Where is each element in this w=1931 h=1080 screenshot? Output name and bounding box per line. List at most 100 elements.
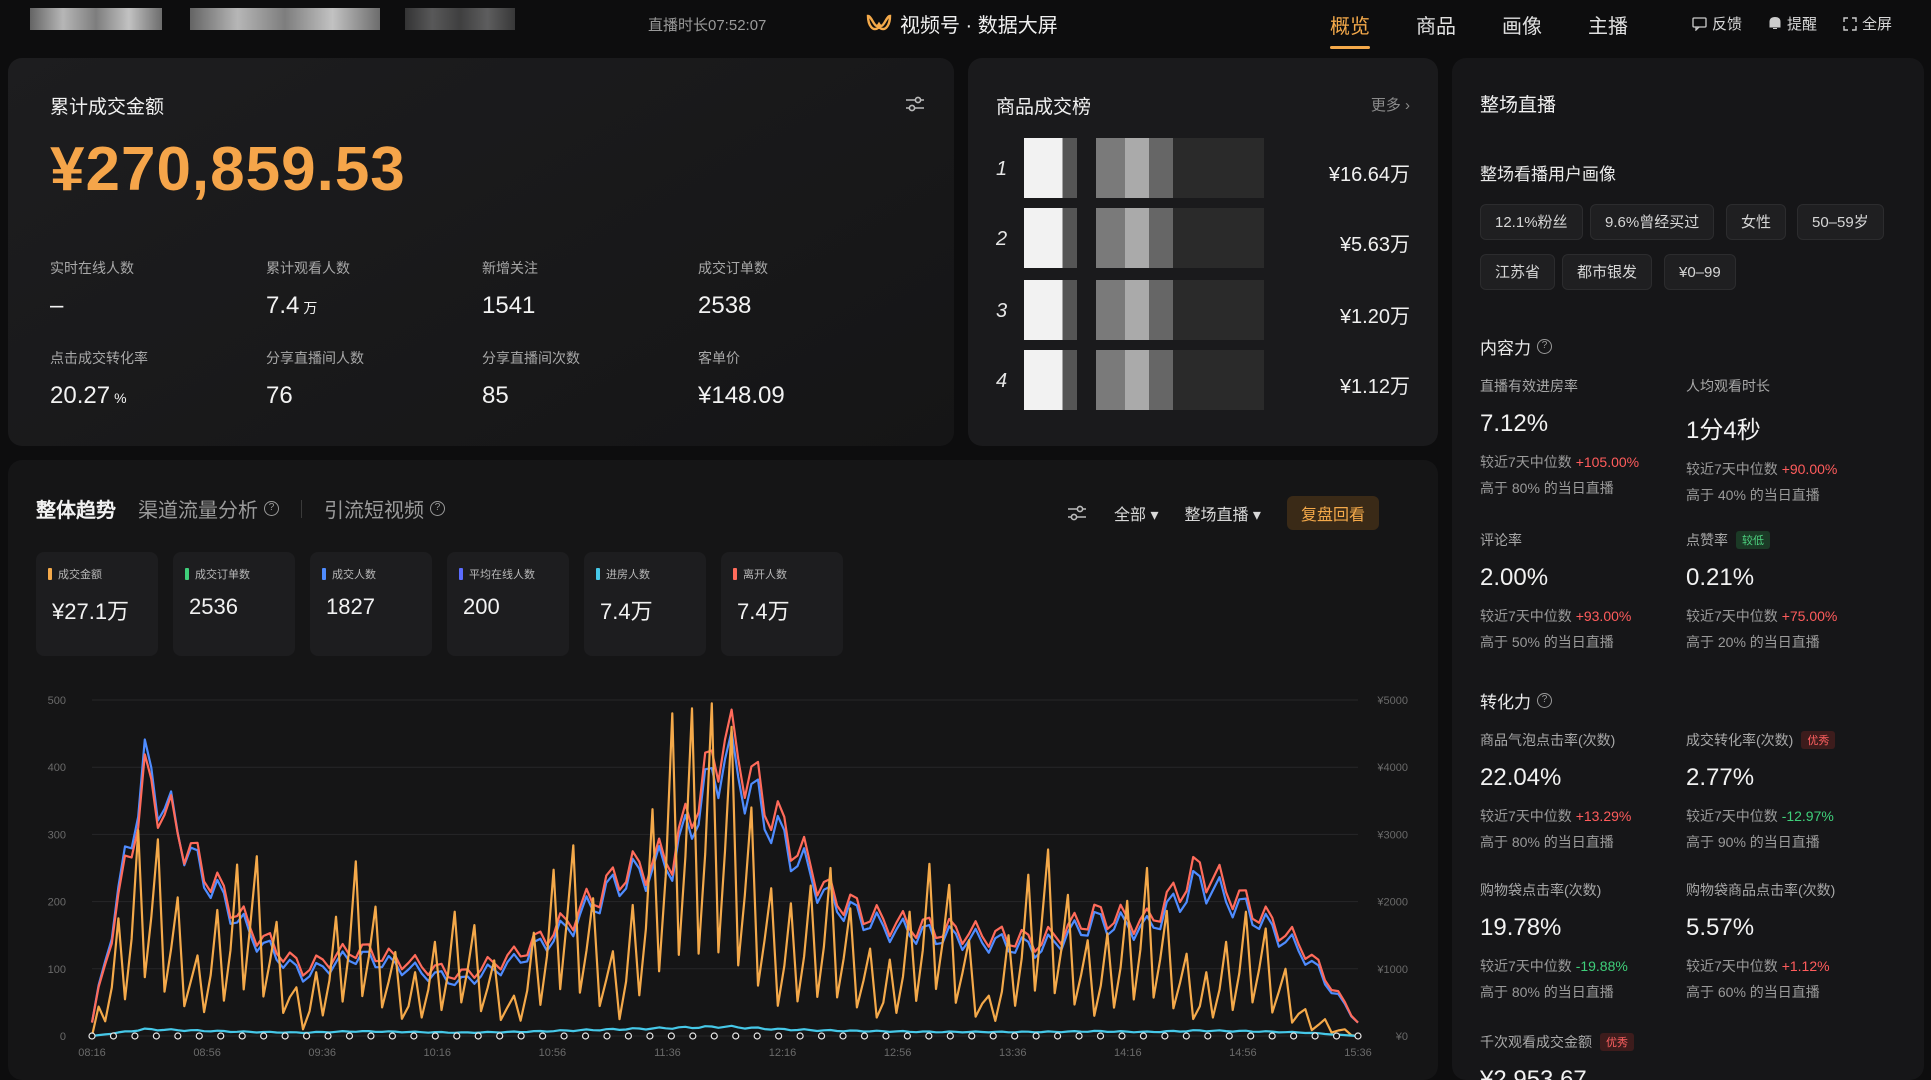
event-marker [324,1032,332,1040]
y-right-tick-label: ¥1000 [1376,964,1408,976]
series-color-marker [48,568,52,580]
metric-card[interactable]: 离开人数 7.4万 [721,552,843,656]
y-left-tick-label: 100 [48,964,66,976]
kpi-item: 千次观看成交金额 优秀 ¥2,953.67 [1480,1032,1690,1080]
event-marker [1118,1032,1126,1040]
live-duration: 直播时长07:52:07 [648,17,767,34]
kpi-item: 人均观看时长 1分4秒 较近7天中位数 +90.00% 高于 40% 的当日直播 [1686,378,1838,503]
portrait-chip: 9.6%曾经买过 [1590,204,1715,240]
x-tick-label: 09:36 [308,1047,336,1059]
sales-card: 累计成交金额 ¥270,859.53 实时在线人数 – 累计观看人数 7.4 万 新增… [8,58,954,446]
kpi-item: 成交转化率(次数) 优秀 2.77% 较近7天中位数 -12.97% 高于 90% 的当… [1686,731,1836,850]
more-link[interactable]: 更多 › [1371,94,1410,115]
y-right-tick-label: ¥4000 [1376,762,1408,774]
x-tick-label: 13:36 [999,1047,1027,1059]
event-marker [174,1032,182,1040]
review-button[interactable]: 复盘回看 [1286,496,1379,530]
metric-share-count: 分享直播间次数 85 [482,350,580,409]
y-right-tick-label: ¥5000 [1376,695,1408,707]
y-right-tick-label: ¥2000 [1376,897,1408,909]
event-marker [646,1032,654,1040]
event-marker [946,1032,954,1040]
event-marker [431,1032,439,1040]
blurred-product-image [1024,280,1264,340]
metric-share-users: 分享直播间人数 76 [266,350,364,409]
portrait-title: 整场看播用户画像 [1480,165,1616,184]
tab-overall-trend[interactable]: 整体趋势 [36,494,116,523]
tab-short-video[interactable]: 引流短视频? [324,494,445,523]
metric-card[interactable]: 成交金额 ¥27.1万 [36,552,158,656]
ranking-item[interactable]: 4 ¥1.12万 [996,350,1416,410]
feedback-button[interactable]: 反馈 [1692,13,1742,34]
x-tick-label: 08:16 [78,1047,106,1059]
y-right-tick-label: ¥0 [1395,1031,1408,1043]
y-left-tick-label: 200 [48,897,66,909]
sales-title: 累计成交金额 [50,97,165,118]
tab-portrait[interactable]: 画像 [1502,10,1542,49]
help-icon[interactable]: ? [1537,339,1552,354]
fullscreen-button[interactable]: 全屏 [1843,13,1892,34]
event-marker [517,1032,525,1040]
ranking-item[interactable]: 2 ¥5.63万 [996,208,1416,268]
kpi-item: 评论率 2.00% 较近7天中位数 +93.00% 高于 50% 的当日直播 [1480,532,1632,650]
blurred-product-image [1024,138,1264,198]
top-bar: 直播时长07:52:07 视频号 · 数据大屏 概览 商品 画像 主播 反馈 提… [0,0,1931,49]
ranking-item[interactable]: 1 ¥16.64万 [996,138,1416,198]
tab-overview[interactable]: 概览 [1330,10,1370,49]
filter-all-dropdown[interactable]: 全部 ▾ [1114,501,1158,525]
event-marker [903,1032,911,1040]
portrait-chip: 12.1%粉丝 [1480,204,1583,240]
kpi-item: 购物袋商品点击率(次数) 5.57% 较近7天中位数 +1.12% 高于 60% 的当… [1686,882,1836,1000]
metric-card[interactable]: 成交订单数 2536 [173,552,295,656]
event-marker [710,1032,718,1040]
event-marker [496,1032,504,1040]
event-marker [367,1032,375,1040]
event-marker [775,1032,783,1040]
x-tick-label: 14:16 [1114,1047,1142,1059]
y-left-tick-label: 500 [48,695,66,707]
bell-icon [1769,16,1781,29]
series-color-marker [733,568,737,580]
trend-tabs: 整体趋势 渠道流量分析? 引流短视频? [36,494,445,523]
main-nav: 概览 商品 画像 主播 [1330,10,1628,49]
event-marker [817,1032,826,1040]
x-tick-label: 10:16 [424,1047,452,1059]
event-marker [603,1032,611,1040]
ranking-item[interactable]: 3 ¥1.20万 [996,280,1416,340]
blurred-product-image [1024,350,1264,410]
fullscreen-icon [1843,16,1857,31]
event-marker [410,1032,418,1040]
excellent-badge: 优秀 [1801,731,1836,749]
x-tick-label: 12:16 [769,1047,797,1059]
metric-conversion: 点击成交转化率 20.27% [50,350,148,409]
tab-channel-traffic[interactable]: 渠道流量分析? [138,494,279,523]
reminder-button[interactable]: 提醒 [1768,13,1817,34]
filter-sliders-icon[interactable] [1066,503,1088,523]
kpi-item: 点赞率 较低 0.21% 较近7天中位数 +75.00% 高于 20% 的当日直播 [1686,531,1838,650]
brand: 视频号 · 数据大屏 [866,9,1058,38]
event-marker [860,1032,869,1040]
metric-card[interactable]: 成交人数 1827 [310,552,432,656]
low-badge: 较低 [1736,531,1770,549]
tab-host[interactable]: 主播 [1588,10,1628,49]
event-marker [753,1032,761,1040]
scope-dropdown[interactable]: 整场直播 ▾ [1184,501,1260,525]
blurred-account-name [190,8,380,30]
event-marker [152,1032,160,1040]
event-marker [989,1032,997,1040]
series-color-marker [322,568,326,580]
trend-chart[interactable]: 0 ¥0 100 ¥1000 200 ¥2000 300 ¥3000 400 ¥4000 500 ¥5… [8,670,1438,1070]
help-icon[interactable]: ? [1537,693,1552,708]
x-tick-label: 08:56 [193,1047,221,1059]
series-line [90,730,1359,1024]
dashboard: 直播时长07:52:07 视频号 · 数据大屏 概览 商品 画像 主播 反馈 提… [0,0,1931,1080]
event-marker [1268,1032,1276,1040]
settings-sliders-icon[interactable] [904,94,926,114]
tab-products[interactable]: 商品 [1416,10,1456,49]
series-color-marker [185,568,189,580]
metric-card[interactable]: 平均在线人数 200 [447,552,569,656]
y-left-tick-label: 300 [48,829,66,841]
metric-card[interactable]: 进房人数 7.4万 [584,552,706,656]
series-color-marker [459,568,463,580]
metric-online: 实时在线人数 – [50,260,134,319]
